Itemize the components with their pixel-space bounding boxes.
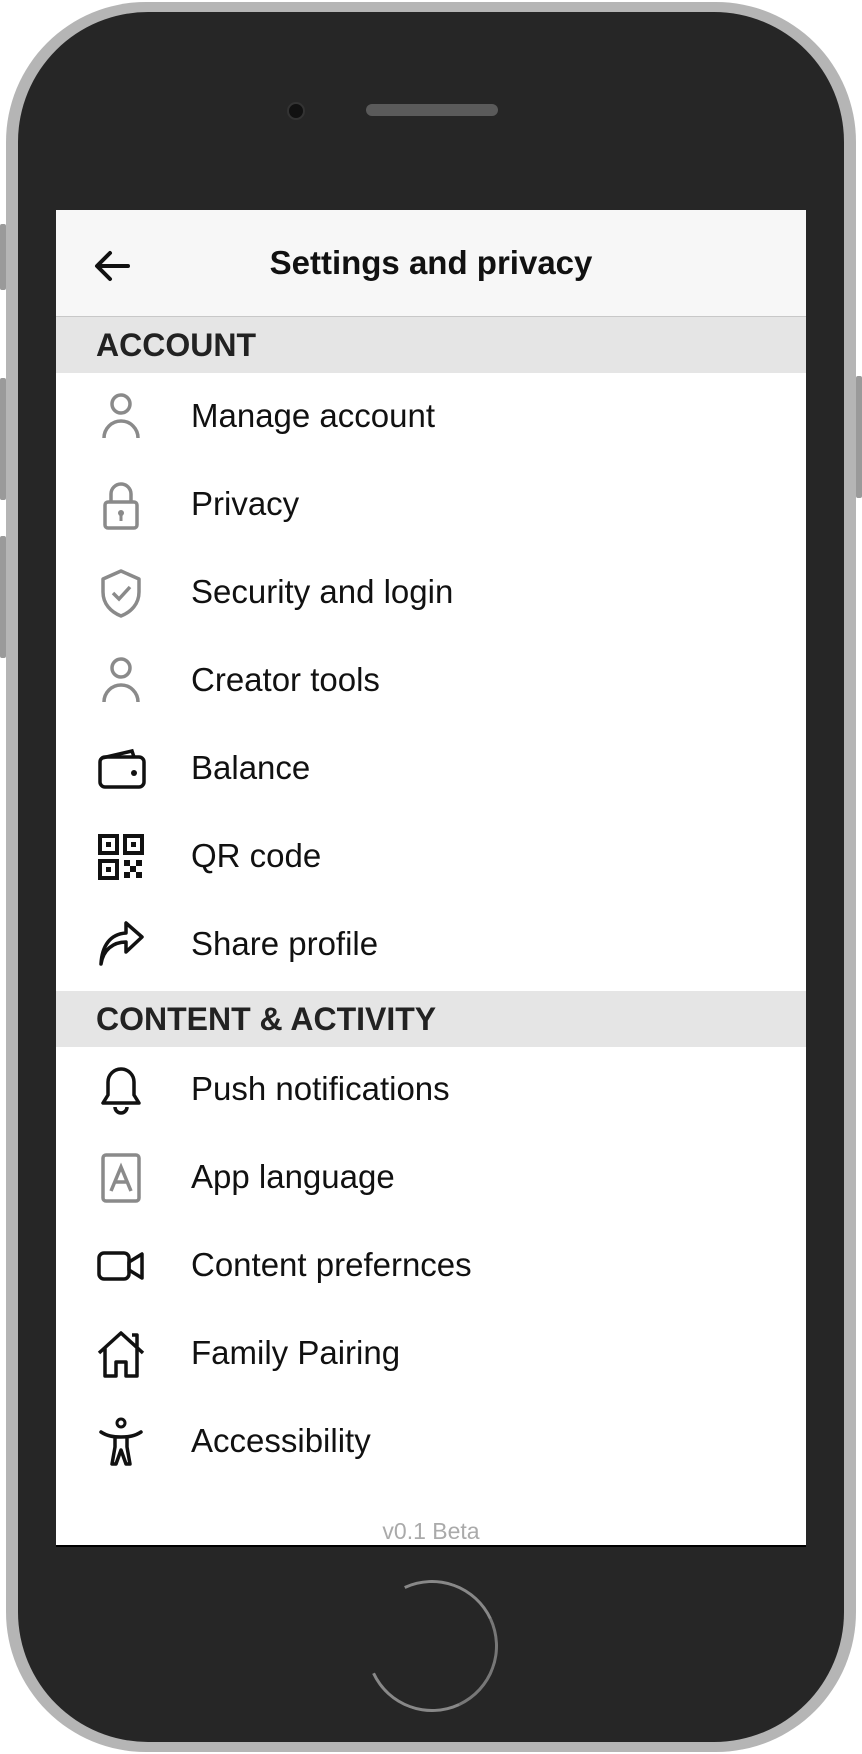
settings-screen: Settings and privacy ACCOUNT Manage acco… <box>56 210 806 1547</box>
share-arrow-icon <box>99 921 144 966</box>
item-label: Privacy <box>191 485 300 522</box>
bell-icon <box>101 1067 141 1115</box>
wallet-icon <box>98 748 146 789</box>
house-icon <box>97 1331 145 1378</box>
list-item-security-login[interactable]: Security and login <box>56 553 806 633</box>
section-title: ACCOUNT <box>96 327 256 363</box>
list-item-push-notifications[interactable]: Push notifications <box>56 1050 806 1130</box>
front-camera <box>287 102 305 120</box>
item-label: Creator tools <box>191 661 380 698</box>
section-header-content-activity: CONTENT & ACTIVITY <box>56 991 806 1047</box>
item-label: Share profile <box>191 925 379 962</box>
lock-icon <box>103 482 139 530</box>
shield-check-icon <box>101 569 141 618</box>
mute-switch <box>0 224 6 290</box>
list-item-creator-tools[interactable]: Creator tools <box>56 641 806 721</box>
list-item-accessibility[interactable]: Accessibility <box>56 1402 806 1482</box>
person-icon <box>102 657 140 703</box>
list-item-manage-account[interactable]: Manage account <box>56 377 806 457</box>
item-label: Balance <box>191 749 311 786</box>
accessibility-icon <box>99 1417 143 1466</box>
video-camera-icon <box>97 1251 144 1281</box>
volume-up-button <box>0 378 6 500</box>
list-item-content-preferences[interactable]: Content prefernces <box>56 1226 806 1306</box>
list-item-app-language[interactable]: App language <box>56 1138 806 1218</box>
header-bar: Settings and privacy <box>56 210 806 318</box>
item-label: Content prefernces <box>191 1246 472 1283</box>
person-icon <box>102 393 140 439</box>
list-item-share-profile[interactable]: Share profile <box>56 905 806 985</box>
section-title: CONTENT & ACTIVITY <box>96 1001 437 1037</box>
speaker-grille <box>366 104 498 116</box>
item-label: Family Pairing <box>191 1334 401 1371</box>
list-item-privacy[interactable]: Privacy <box>56 465 806 545</box>
item-label: Manage account <box>191 397 436 434</box>
item-label: Accessibility <box>191 1422 371 1459</box>
volume-down-button <box>0 536 6 658</box>
item-label: QR code <box>191 837 322 874</box>
item-label: Security and login <box>191 573 454 610</box>
qr-code-icon <box>98 834 144 880</box>
section-header-account: ACCOUNT <box>56 317 806 373</box>
item-label: Push notifications <box>191 1070 450 1107</box>
list-item-balance[interactable]: Balance <box>56 729 806 809</box>
power-button <box>856 376 862 498</box>
version-label: v0.1 Beta <box>382 1518 480 1544</box>
page-title: Settings and privacy <box>269 244 593 281</box>
list-item-family-pairing[interactable]: Family Pairing <box>56 1314 806 1394</box>
language-icon <box>101 1153 141 1203</box>
item-label: App language <box>191 1158 395 1195</box>
list-item-qr-code[interactable]: QR code <box>56 817 806 897</box>
